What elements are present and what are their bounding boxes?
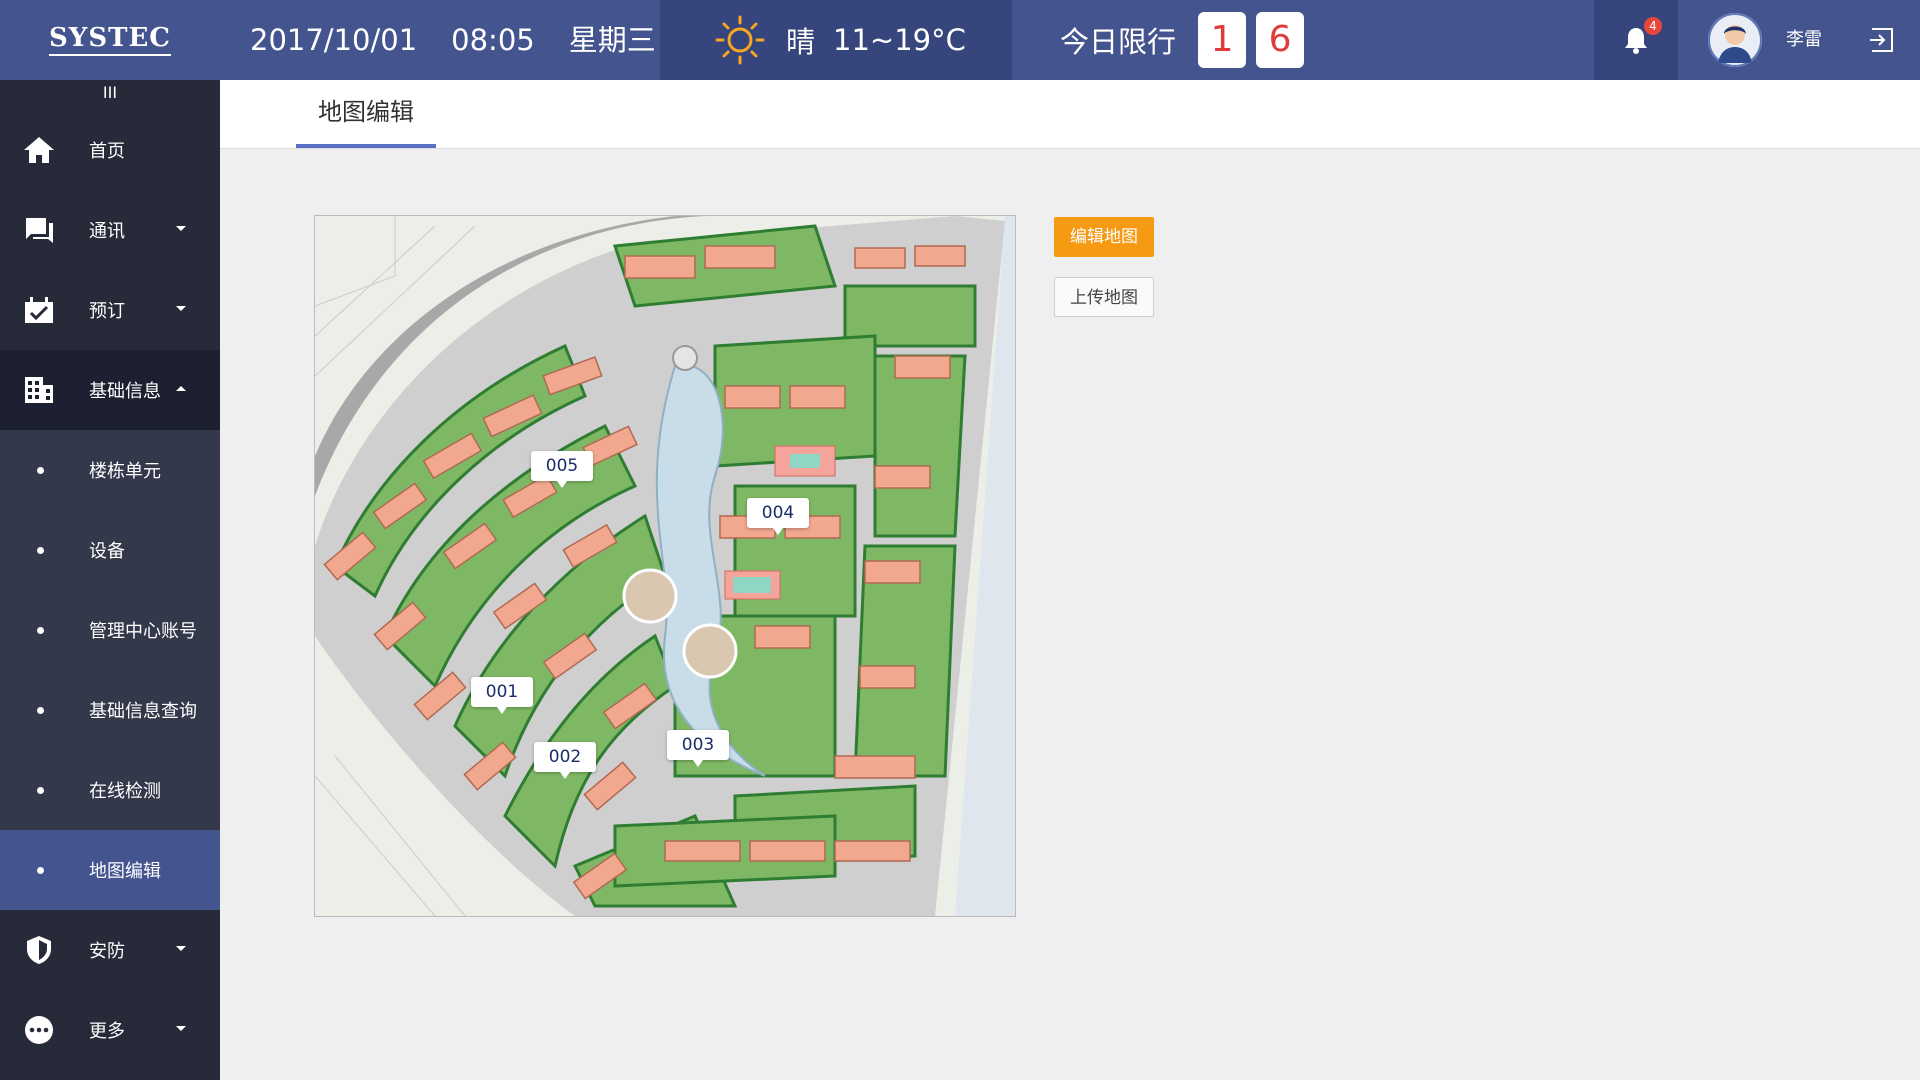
username[interactable]: 李雷 xyxy=(1786,0,1822,80)
bullet-icon xyxy=(37,467,44,474)
weekday: 星期三 xyxy=(568,23,656,57)
chevron-up-icon xyxy=(176,386,186,391)
sidebar-subitem-online-check[interactable]: 在线检测 xyxy=(0,750,220,830)
edit-map-button[interactable]: 编辑地图 xyxy=(1054,217,1154,257)
sidebar-subitem-label: 地图编辑 xyxy=(89,861,161,882)
sidebar-subitem-label: 在线检测 xyxy=(89,781,161,802)
sidebar-item-more[interactable]: 更多 xyxy=(0,990,220,1070)
bullet-icon xyxy=(37,867,44,874)
notification-badge: 4 xyxy=(1644,17,1662,35)
sidebar-item-communication[interactable]: 通讯 xyxy=(0,190,220,270)
sidebar-subitem-label: 基础信息查询 xyxy=(89,701,197,722)
tab-map-edit[interactable]: 地图编辑 xyxy=(296,80,436,148)
bullet-icon xyxy=(37,707,44,714)
map-marker-004[interactable]: 004 xyxy=(747,498,809,535)
chevron-down-icon xyxy=(176,946,186,951)
shield-icon xyxy=(27,936,51,964)
chat-icon xyxy=(26,218,53,243)
sidebar-item-label: 预订 xyxy=(89,301,125,322)
map-marker-001[interactable]: 001 xyxy=(471,677,533,714)
sidebar-subitem-buildings[interactable]: 楼栋单元 xyxy=(0,430,220,510)
logout-icon[interactable] xyxy=(1868,26,1896,54)
limit-number: 1 xyxy=(1198,12,1247,68)
upload-map-button[interactable]: 上传地图 xyxy=(1054,277,1154,317)
booking-icon xyxy=(25,297,53,323)
sidebar-subitem-info-query[interactable]: 基础信息查询 xyxy=(0,670,220,750)
home-icon xyxy=(24,137,54,163)
top-bar: SYSTEC 2017/10/01 08:05 星期三 晴 11~19°C 今日限行… xyxy=(0,0,1920,80)
site-plan-image xyxy=(315,216,1015,916)
map-marker-005[interactable]: 005 xyxy=(531,451,593,488)
bullet-icon xyxy=(37,627,44,634)
chevron-down-icon xyxy=(176,306,186,311)
sidebar-subitem-label: 楼栋单元 xyxy=(89,461,161,482)
user-avatar-icon xyxy=(1708,13,1762,67)
chevron-down-icon xyxy=(176,1026,186,1031)
sidebar-item-label: 通讯 xyxy=(89,221,125,242)
site-map[interactable]: 005 004 001 002 003 xyxy=(314,215,1016,917)
weather-panel: 晴 11~19°C xyxy=(660,0,1012,80)
logo[interactable]: SYSTEC xyxy=(0,0,220,80)
chevron-down-icon xyxy=(176,226,186,231)
sun-icon xyxy=(715,15,765,65)
logo-text: SYSTEC xyxy=(49,24,171,56)
sidebar: III 首页 通讯 预订 基础信息 楼栋单元 设备 管理中心账号 基础信息查询 … xyxy=(0,80,220,1080)
sidebar-item-home[interactable]: 首页 xyxy=(0,110,220,190)
avatar[interactable] xyxy=(1708,13,1762,67)
tab-bar: 地图编辑 xyxy=(220,80,1920,149)
sidebar-item-label: 安防 xyxy=(89,941,125,962)
datetime: 2017/10/01 08:05 星期三 xyxy=(250,0,690,80)
date: 2017/10/01 xyxy=(250,23,418,57)
sidebar-item-label: 基础信息 xyxy=(89,381,161,402)
traffic-limit-label: 今日限行 xyxy=(1060,25,1177,59)
sidebar-collapse-button[interactable]: III xyxy=(0,80,220,110)
sidebar-item-security[interactable]: 安防 xyxy=(0,910,220,990)
limit-number: 6 xyxy=(1256,12,1305,68)
sidebar-subitem-label: 管理中心账号 xyxy=(89,621,197,642)
time: 08:05 xyxy=(451,23,535,57)
more-icon xyxy=(25,1016,53,1044)
weather-condition: 晴 xyxy=(786,25,816,59)
sidebar-subitem-map-edit[interactable]: 地图编辑 xyxy=(0,830,220,910)
map-marker-002[interactable]: 002 xyxy=(534,742,596,779)
weather-temperature: 11~19°C xyxy=(833,23,966,57)
bullet-icon xyxy=(37,547,44,554)
sidebar-item-label: 首页 xyxy=(89,141,125,162)
traffic-limit: 今日限行 1 6 xyxy=(1060,0,1314,80)
map-marker-003[interactable]: 003 xyxy=(667,730,729,767)
sidebar-submenu: 楼栋单元 设备 管理中心账号 基础信息查询 在线检测 地图编辑 xyxy=(0,430,220,910)
sidebar-subitem-devices[interactable]: 设备 xyxy=(0,510,220,590)
sidebar-item-basic-info[interactable]: 基础信息 xyxy=(0,350,220,430)
sidebar-item-booking[interactable]: 预订 xyxy=(0,270,220,350)
bullet-icon xyxy=(37,787,44,794)
sidebar-subitem-admin-accounts[interactable]: 管理中心账号 xyxy=(0,590,220,670)
sidebar-item-label: 更多 xyxy=(89,1021,125,1042)
sidebar-subitem-label: 设备 xyxy=(89,541,125,562)
building-icon xyxy=(25,377,53,403)
notification-button[interactable]: 4 xyxy=(1594,0,1678,80)
